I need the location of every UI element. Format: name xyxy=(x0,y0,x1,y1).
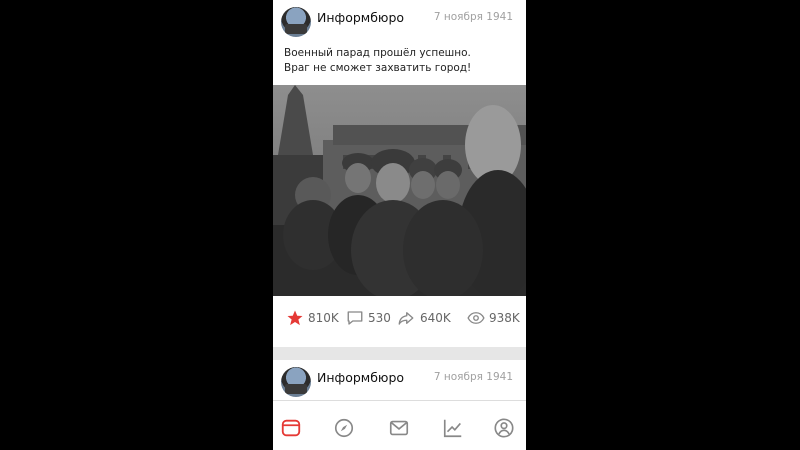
mail-icon xyxy=(389,420,409,436)
comments-button[interactable]: 530 xyxy=(346,309,391,327)
post-date: 7 ноября 1941 xyxy=(433,371,513,383)
shares-count: 640K xyxy=(420,311,451,325)
trending-icon xyxy=(443,419,462,438)
channel-avatar[interactable] xyxy=(281,7,311,37)
tab-profile[interactable] xyxy=(492,416,516,440)
feed-icon xyxy=(281,419,301,437)
tab-messages[interactable] xyxy=(387,416,411,440)
like-button[interactable]: 810K xyxy=(286,309,339,327)
share-button[interactable]: 640K xyxy=(396,309,451,327)
likes-count: 810K xyxy=(308,311,339,325)
tab-trending[interactable] xyxy=(441,416,465,440)
post-date: 7 ноября 1941 xyxy=(433,11,513,23)
post-photo[interactable] xyxy=(273,85,526,296)
tab-explore[interactable] xyxy=(332,416,356,440)
views-count: 938K xyxy=(489,311,520,325)
post-text-line: Враг не сможет захватить город! xyxy=(284,62,472,74)
compass-icon xyxy=(334,418,354,438)
star-icon xyxy=(287,310,303,326)
channel-name[interactable]: Информбюро xyxy=(317,370,404,385)
eye-icon xyxy=(467,312,485,324)
post-text: Военный парад прошёл успешно. Враг не см… xyxy=(284,46,519,76)
tab-feed[interactable] xyxy=(279,416,303,440)
phone-screen: Информбюро 7 ноября 1941 Военный парад п… xyxy=(273,0,526,450)
post-card: Информбюро 7 ноября 1941 Военный парад п… xyxy=(273,0,526,347)
bottom-tab-bar xyxy=(273,400,526,450)
profile-icon xyxy=(494,418,514,438)
post-header: Информбюро 7 ноября 1941 xyxy=(273,0,526,38)
post-header: Информбюро 7 ноября 1941 xyxy=(273,360,526,398)
post-actions: 810K 530 640K 938K xyxy=(273,307,526,331)
comments-count: 530 xyxy=(368,311,391,325)
comment-icon xyxy=(347,311,363,325)
share-icon xyxy=(398,312,414,325)
views-counter: 938K xyxy=(467,309,520,327)
channel-name[interactable]: Информбюро xyxy=(317,10,404,25)
post-card: Информбюро 7 ноября 1941 xyxy=(273,360,526,400)
channel-avatar[interactable] xyxy=(281,367,311,397)
post-text-line: Военный парад прошёл успешно. xyxy=(284,47,471,59)
